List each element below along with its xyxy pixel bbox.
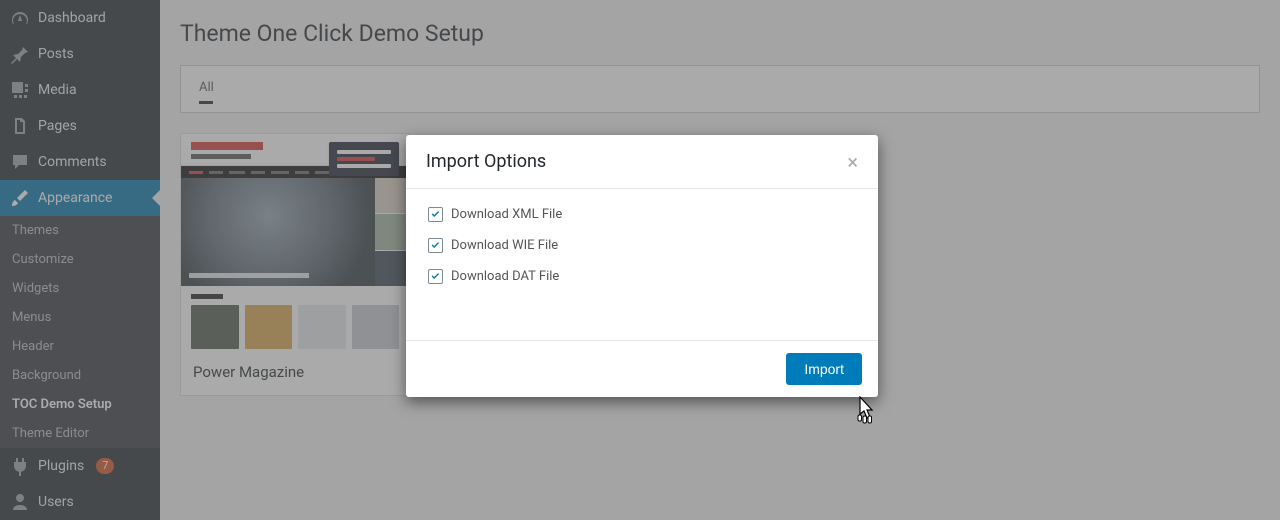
modal-header: Import Options × — [406, 135, 878, 189]
modal-title: Import Options — [426, 151, 546, 172]
modal-body: Download XML File Download WIE File Down… — [406, 189, 878, 340]
option-label: Download WIE File — [451, 238, 558, 253]
checkbox-checked-icon[interactable] — [428, 269, 443, 284]
option-dat[interactable]: Download DAT File — [428, 269, 856, 284]
close-icon[interactable]: × — [847, 152, 858, 172]
option-wie[interactable]: Download WIE File — [428, 238, 856, 253]
import-options-modal: Import Options × Download XML File Downl… — [406, 135, 878, 397]
checkbox-checked-icon[interactable] — [428, 238, 443, 253]
import-button[interactable]: Import — [786, 353, 862, 385]
modal-footer: Import — [406, 340, 878, 397]
option-label: Download DAT File — [451, 269, 559, 284]
option-label: Download XML File — [451, 207, 562, 222]
option-xml[interactable]: Download XML File — [428, 207, 856, 222]
checkbox-checked-icon[interactable] — [428, 207, 443, 222]
